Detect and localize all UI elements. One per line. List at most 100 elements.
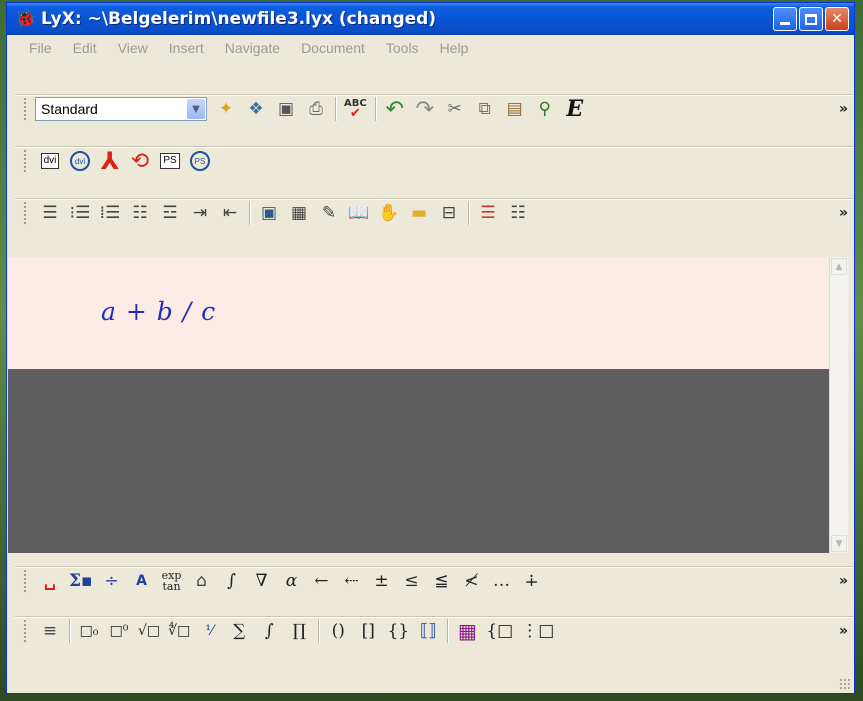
hand-icon[interactable]: ✋ (374, 200, 404, 226)
copy-icon[interactable]: ⧉ (470, 96, 500, 122)
title-bar[interactable]: 🐞 LyX: ~\Belgelerim\newfile3.lyx (change… (7, 3, 854, 35)
view-dvi-button[interactable]: dvi (35, 148, 65, 174)
math-parens-icon[interactable]: () (323, 618, 353, 644)
toolbar-grip[interactable] (23, 149, 27, 173)
chevron-down-icon[interactable]: ▼ (187, 99, 205, 119)
close-button[interactable]: ✕ (825, 7, 849, 31)
minimize-button[interactable] (773, 7, 797, 31)
math-formula[interactable]: a + b / c (101, 297, 216, 326)
save-icon[interactable]: ▣ (271, 96, 301, 122)
math-font-icon[interactable]: A (127, 568, 157, 594)
math-brackets-icon[interactable]: [] (353, 618, 383, 644)
view-pdf-icon[interactable]: ⅄ (95, 147, 125, 175)
math-matrix-icon[interactable]: ▦ (452, 618, 482, 644)
emphasis-icon[interactable]: E (560, 96, 590, 122)
new-document-icon[interactable]: ✦ (211, 96, 241, 122)
menu-edit[interactable]: Edit (61, 40, 106, 56)
math-sum-large-icon[interactable]: ∑ (224, 618, 254, 644)
scroll-up-icon[interactable]: ▲ (831, 258, 847, 275)
insert-note-icon[interactable]: ✎ (314, 200, 344, 226)
math-dashed-arrow-icon[interactable]: ⇠ (337, 568, 367, 594)
menu-help[interactable]: Help (428, 40, 478, 56)
list-icon[interactable]: ☲ (155, 200, 185, 226)
math-dots-icon[interactable]: … (487, 568, 517, 594)
insert-table-icon[interactable]: ▦ (284, 200, 314, 226)
toolbar-grip[interactable] (23, 619, 27, 643)
math-braces-icon[interactable]: {} (383, 618, 413, 644)
numbered-list-icon[interactable]: ⁝☰ (65, 200, 95, 226)
document-settings-icon[interactable]: ☷ (503, 200, 533, 226)
math-display-icon[interactable]: ≡ (35, 618, 65, 644)
update-pdf-icon[interactable]: ⟲ (125, 148, 155, 174)
redo-icon[interactable]: ↷ (410, 96, 440, 122)
paste-icon[interactable]: ▤ (500, 96, 530, 122)
toolbar-more-button[interactable]: » (839, 573, 848, 589)
undo-icon[interactable]: ↶ (380, 96, 410, 122)
math-subscript-icon[interactable]: □₀ (74, 618, 104, 644)
menu-insert[interactable]: Insert (157, 40, 213, 56)
description-list-icon[interactable]: ☷ (125, 200, 155, 226)
resize-grip-icon[interactable] (839, 678, 851, 690)
document-canvas[interactable]: a + b / c (8, 257, 829, 553)
math-decoration-icon[interactable]: ⌂ (187, 568, 217, 594)
label-icon[interactable]: ⊟ (434, 200, 464, 226)
folder-icon[interactable]: ▬ (404, 200, 434, 226)
toolbar-grip[interactable] (23, 569, 27, 593)
maximize-button[interactable] (799, 7, 823, 31)
lyx-window: 🐞 LyX: ~\Belgelerim\newfile3.lyx (change… (6, 2, 855, 694)
insert-graphics-icon[interactable]: ▣ (254, 200, 284, 226)
spellcheck-icon[interactable]: ABC ✔ (340, 96, 371, 122)
toolbar-separator (468, 201, 469, 225)
math-toolbar-symbols: ␣ Σ▪ ÷ A exp tan ⌂ ∫ ∇ α ← ⇠ ± ≤ ≦ ≮ … ∔… (15, 567, 854, 594)
math-space-icon[interactable]: ␣ (35, 568, 65, 594)
menu-tools[interactable]: Tools (374, 40, 428, 56)
document-page[interactable]: a + b / c (8, 257, 829, 369)
update-ps-button[interactable]: PS (185, 148, 215, 174)
math-cases-icon[interactable]: {□ (482, 618, 517, 644)
indent-icon[interactable]: ⇥ (185, 200, 215, 226)
math-array-icon[interactable]: ⋮□ (517, 618, 558, 644)
math-functions-icon[interactable]: exp tan (157, 568, 187, 594)
update-dvi-button[interactable]: dvi (65, 148, 95, 174)
math-fraction-icon[interactable]: ⅟ (194, 618, 224, 644)
math-root-icon[interactable]: ∜□ (164, 618, 194, 644)
cut-icon[interactable]: ✂ (440, 96, 470, 122)
math-sqrt-icon[interactable]: √□ (134, 618, 164, 644)
math-superscript-icon[interactable]: □⁰ (104, 618, 134, 644)
toc-icon[interactable]: 📖 (344, 200, 374, 226)
math-dotplus-icon[interactable]: ∔ (517, 568, 547, 594)
math-alpha-icon[interactable]: α (277, 568, 307, 594)
math-nless-icon[interactable]: ≮ (457, 568, 487, 594)
scroll-down-icon[interactable]: ▼ (831, 535, 847, 552)
unindent-icon[interactable]: ⇤ (215, 200, 245, 226)
layout-select[interactable]: Standard ▼ (35, 97, 207, 121)
menu-document[interactable]: Document (289, 40, 374, 56)
math-prod-icon[interactable]: ∏ (284, 618, 314, 644)
math-int-large-icon[interactable]: ∫ (254, 618, 284, 644)
math-frac-style-icon[interactable]: ÷ (97, 568, 127, 594)
math-sum-icon[interactable]: Σ▪ (65, 568, 97, 594)
find-replace-icon[interactable]: ⚲ (530, 96, 560, 122)
paragraph-settings-icon[interactable]: ☰ (473, 200, 503, 226)
toolbar-grip[interactable] (23, 201, 27, 225)
menu-file[interactable]: File (7, 40, 61, 56)
math-integral-icon[interactable]: ∫ (217, 568, 247, 594)
math-leqq-icon[interactable]: ≦ (427, 568, 457, 594)
print-icon[interactable]: ⎙ (301, 96, 331, 122)
open-icon[interactable]: ❖ (241, 96, 271, 122)
math-nabla-icon[interactable]: ∇ (247, 568, 277, 594)
vertical-scrollbar[interactable]: ▲ ▼ (829, 257, 848, 553)
menu-view[interactable]: View (106, 40, 157, 56)
toolbar-more-button[interactable]: » (839, 101, 848, 117)
bullet-list-icon[interactable]: ⁞☰ (95, 200, 125, 226)
toolbar-more-button[interactable]: » (839, 205, 848, 221)
math-double-brackets-icon[interactable]: ⟦⟧ (413, 618, 443, 644)
toolbar-grip[interactable] (23, 97, 27, 121)
math-plusminus-icon[interactable]: ± (367, 568, 397, 594)
math-arrow-icon[interactable]: ← (307, 568, 337, 594)
view-ps-button[interactable]: PS (155, 148, 185, 174)
align-icon[interactable]: ☰ (35, 200, 65, 226)
menu-navigate[interactable]: Navigate (213, 40, 289, 56)
toolbar-more-button[interactable]: » (839, 623, 848, 639)
math-leq-icon[interactable]: ≤ (397, 568, 427, 594)
